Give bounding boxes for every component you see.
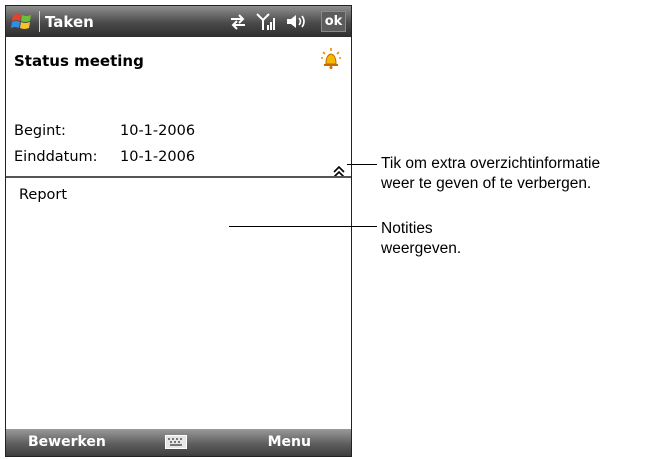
task-title: Status meeting bbox=[14, 52, 144, 70]
menu-bar: Bewerken Menu bbox=[6, 429, 351, 456]
summary-callout-line bbox=[347, 164, 377, 165]
title-separator bbox=[39, 11, 40, 32]
signal-strength-icon[interactable] bbox=[256, 12, 276, 31]
summary-callout-text: Tik om extra overzichtinformatie weer te… bbox=[381, 154, 600, 194]
device-screen: Taken ok Status meeting Begint: 10-1-2006… bbox=[5, 5, 352, 457]
title-bar: Taken ok bbox=[6, 6, 351, 37]
notes-callout-line bbox=[229, 226, 377, 227]
summary-callout-line1: Tik om extra overzichtinformatie bbox=[381, 155, 601, 172]
sync-arrows-icon[interactable] bbox=[228, 12, 248, 31]
notes-callout-line2: weergeven. bbox=[381, 240, 462, 257]
notes-callout-line1: Notities bbox=[381, 220, 433, 237]
app-title: Taken bbox=[45, 13, 94, 31]
start-date-label: Begint: bbox=[14, 123, 66, 139]
windows-logo-icon[interactable] bbox=[11, 11, 33, 32]
alarm-bell-icon bbox=[321, 48, 341, 69]
menu-softkey[interactable]: Menu bbox=[268, 434, 311, 450]
end-date-label: Einddatum: bbox=[14, 149, 98, 165]
keyboard-icon[interactable] bbox=[165, 435, 187, 449]
ok-button[interactable]: ok bbox=[321, 11, 346, 32]
volume-icon[interactable] bbox=[286, 12, 308, 31]
start-date-row: Begint: 10-1-2006 bbox=[14, 123, 195, 139]
summary-callout-line2: weer te geven of te verbergen. bbox=[381, 175, 592, 192]
end-date-row: Einddatum: 10-1-2006 bbox=[14, 149, 195, 165]
summary-divider bbox=[6, 176, 351, 178]
notes-area[interactable]: Report bbox=[19, 187, 67, 203]
edit-softkey[interactable]: Bewerken bbox=[28, 434, 106, 450]
end-date-value: 10-1-2006 bbox=[120, 149, 196, 165]
start-date-value: 10-1-2006 bbox=[120, 123, 196, 139]
notes-callout-text: Notities weergeven. bbox=[381, 219, 461, 259]
